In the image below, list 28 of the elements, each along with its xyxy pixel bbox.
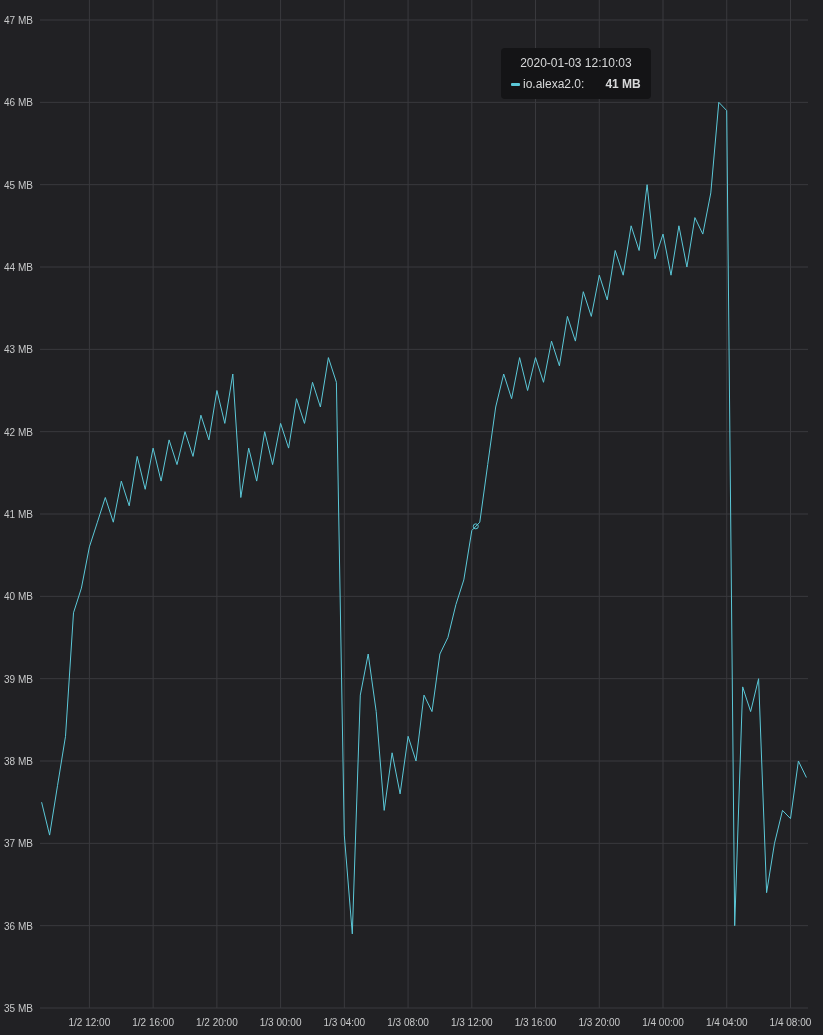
y-axis-label: 44 MB	[4, 262, 33, 273]
y-axis-label: 41 MB	[4, 509, 33, 520]
x-axis-label: 1/3 12:00	[450, 1017, 493, 1028]
x-axis-label: 1/2 16:00	[132, 1017, 174, 1028]
x-axis-label: 1/3 08:00	[387, 1017, 429, 1028]
x-axis-label: 1/3 20:00	[578, 1017, 621, 1028]
x-axis-label: 1/4 08:00	[769, 1017, 812, 1028]
y-axis-label: 36 MB	[4, 920, 33, 932]
y-axis-label: 43 MB	[4, 344, 33, 356]
series-value: 41 MB	[605, 77, 641, 91]
x-axis-label: 1/4 00:00	[642, 1017, 684, 1028]
x-axis-label: 1/2 12:00	[68, 1017, 111, 1028]
tooltip-title: 2020-01-03 12:10:03	[519, 56, 633, 70]
y-axis-label: 37 MB	[4, 838, 33, 850]
series-name: io.alexa2.0:	[523, 77, 585, 91]
y-axis-label: 35 MB	[4, 1003, 33, 1014]
y-axis-label: 38 MB	[4, 756, 33, 767]
y-axis-label: 42 MB	[4, 426, 33, 438]
x-axis-label: 1/4 04:00	[705, 1017, 748, 1028]
y-axis-label: 46 MB	[4, 97, 33, 109]
y-axis-label: 47 MB	[4, 15, 33, 26]
x-axis-label: 1/2 20:00	[196, 1017, 238, 1028]
y-axis-label: 40 MB	[4, 591, 33, 603]
x-axis-label: 1/3 00:00	[259, 1017, 302, 1028]
y-axis-label: 45 MB	[4, 179, 33, 191]
x-axis-label: 1/3 16:00	[514, 1017, 557, 1028]
y-axis-label: 39 MB	[4, 673, 33, 685]
x-axis-label: 1/3 04:00	[323, 1017, 366, 1028]
